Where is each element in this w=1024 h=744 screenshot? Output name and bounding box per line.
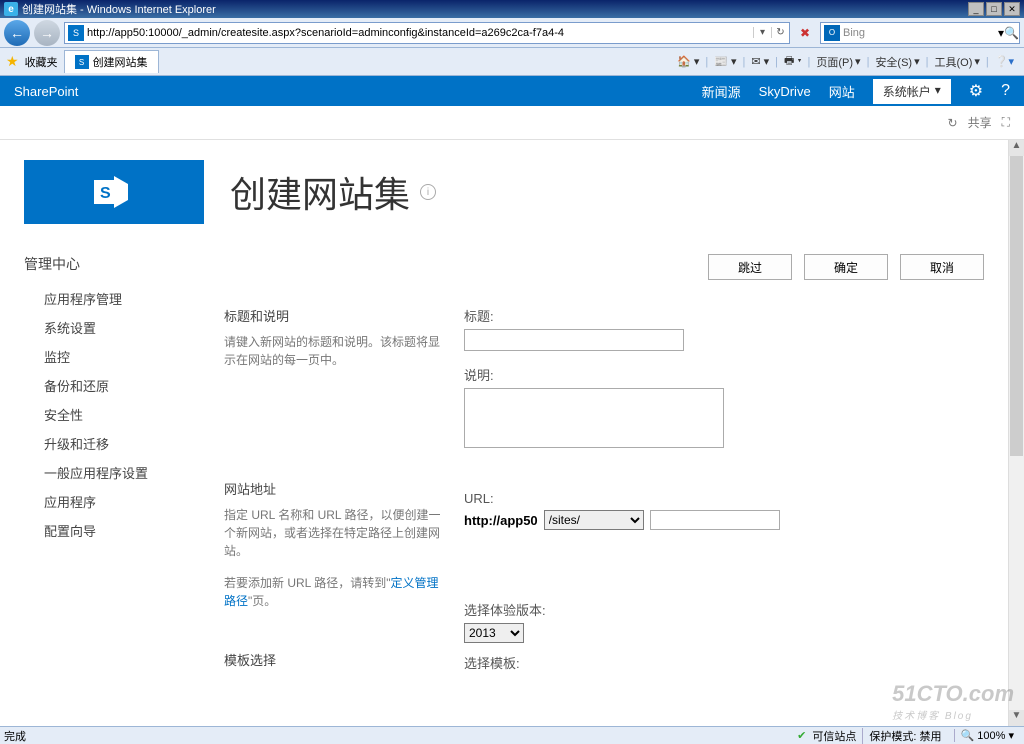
url-host: http://app50 <box>464 513 538 528</box>
nav-toolbar: ← → S ▾ ↻ ✖ O ▾ 🔍 <box>0 18 1024 48</box>
favorites-star-icon[interactable]: ★ <box>6 53 19 70</box>
scroll-down-icon[interactable]: ▼ <box>1009 710 1024 726</box>
nav-upgrade[interactable]: 升级和迁移 <box>24 429 204 458</box>
minimize-button[interactable]: _ <box>968 2 984 16</box>
url-label: URL: <box>464 491 984 506</box>
tools-menu[interactable]: 工具(O) ▾ <box>931 52 984 72</box>
nav-heading: 管理中心 <box>24 254 204 274</box>
search-bar[interactable]: O ▾ 🔍 <box>820 22 1020 44</box>
nav-app-mgmt[interactable]: 应用程序管理 <box>24 284 204 313</box>
feeds-icon[interactable]: 📰 ▾ <box>710 53 740 70</box>
go-refresh-icon[interactable]: ↻ <box>771 27 789 38</box>
close-button[interactable]: ✕ <box>1004 2 1020 16</box>
cancel-button[interactable]: 取消 <box>900 254 984 280</box>
account-menu[interactable]: 系统帐户▾ <box>873 79 951 104</box>
nav-backup[interactable]: 备份和还原 <box>24 371 204 400</box>
search-input[interactable] <box>843 27 998 39</box>
scroll-thumb[interactable] <box>1010 156 1023 456</box>
focus-icon[interactable]: ⛶ <box>1002 115 1010 130</box>
home-icon[interactable]: 🏠 ▾ <box>673 53 703 70</box>
zoom-level[interactable]: 🔍 100% ▾ <box>954 729 1020 742</box>
back-button[interactable]: ← <box>4 20 30 46</box>
ie-icon: e <box>4 2 18 16</box>
help-icon[interactable]: ❔▾ <box>991 53 1018 70</box>
version-select[interactable]: 2013 <box>464 623 524 643</box>
newsfeed-link[interactable]: 新闻源 <box>702 82 741 101</box>
left-nav: 管理中心 应用程序管理 系统设置 监控 备份和还原 安全性 升级和迁移 一般应用… <box>24 254 204 712</box>
favorites-label: 收藏夹 <box>25 54 58 70</box>
ribbon-row: ↻ 共享 ⛶ <box>0 106 1024 140</box>
vertical-scrollbar[interactable]: ▲ ▼ <box>1008 140 1024 726</box>
nav-apps[interactable]: 应用程序 <box>24 487 204 516</box>
nav-general[interactable]: 一般应用程序设置 <box>24 458 204 487</box>
print-icon[interactable]: 🖶 ▾ <box>780 50 806 73</box>
version-label: 选择体验版本: <box>464 600 984 619</box>
content-area: S 创建网站集 i 管理中心 应用程序管理 系统设置 监控 备份和还原 安全性 … <box>0 140 1008 726</box>
search-go-icon[interactable]: 🔍 <box>1004 26 1019 40</box>
command-bar: 🏠 ▾| 📰 ▾| ✉ ▾| 🖶 ▾| 页面(P) ▾| 安全(S) ▾| 工具… <box>673 50 1018 73</box>
nav-security[interactable]: 安全性 <box>24 400 204 429</box>
address-dropdown-icon[interactable]: ▾ <box>753 27 771 38</box>
ok-button[interactable]: 确定 <box>804 254 888 280</box>
tab-favicon-icon: S <box>75 55 89 69</box>
desc-label: 说明: <box>464 365 984 384</box>
suite-brand: SharePoint <box>14 84 78 99</box>
suite-bar: SharePoint 新闻源 SkyDrive 网站 系统帐户▾ ⚙ ? <box>0 76 1024 106</box>
zone-label: 可信站点 <box>812 728 856 744</box>
gear-icon[interactable]: ⚙ <box>969 81 983 101</box>
info-icon[interactable]: i <box>420 184 436 200</box>
skydrive-link[interactable]: SkyDrive <box>759 84 811 99</box>
title-label: 标题: <box>464 306 984 325</box>
window-titlebar: e 创建网站集 - Windows Internet Explorer _ □ … <box>0 0 1024 18</box>
status-bar: 完成 ✔ 可信站点 保护模式: 禁用 🔍 100% ▾ <box>0 726 1024 744</box>
help-suite-icon[interactable]: ? <box>1001 82 1010 100</box>
tab-title: 创建网站集 <box>93 54 148 70</box>
section-template: 模板选择 <box>224 650 444 669</box>
mail-icon[interactable]: ✉ ▾ <box>747 53 773 70</box>
status-text: 完成 <box>4 728 26 744</box>
scroll-up-icon[interactable]: ▲ <box>1009 140 1024 156</box>
bing-icon: O <box>824 25 840 41</box>
safety-menu[interactable]: 安全(S) ▾ <box>871 52 923 72</box>
protected-mode: 保护模式: 禁用 <box>862 728 947 744</box>
template-label: 选择模板: <box>464 653 984 672</box>
favorites-bar: ★ 收藏夹 S 创建网站集 🏠 ▾| 📰 ▾| ✉ ▾| 🖶 ▾| 页面(P) … <box>0 48 1024 76</box>
description-textarea[interactable] <box>464 388 724 448</box>
action-buttons: 跳过 确定 取消 <box>224 254 984 280</box>
browser-tab[interactable]: S 创建网站集 <box>64 50 159 73</box>
site-name-input[interactable] <box>650 510 780 530</box>
title-input[interactable] <box>464 329 684 351</box>
url-input[interactable] <box>87 27 753 39</box>
internet-zone-icon: ✔ <box>797 729 806 742</box>
page-title: 创建网站集 i <box>230 166 436 218</box>
forward-button[interactable]: → <box>34 20 60 46</box>
nav-wizard[interactable]: 配置向导 <box>24 516 204 545</box>
page-menu[interactable]: 页面(P) ▾ <box>812 52 864 72</box>
share-label[interactable]: 共享 <box>968 114 992 131</box>
sharepoint-logo: S <box>24 160 204 224</box>
maximize-button[interactable]: □ <box>986 2 1002 16</box>
section-address: 网站地址 指定 URL 名称和 URL 路径，以便创建一个新网站，或者选择在特定… <box>224 479 444 610</box>
sites-link[interactable]: 网站 <box>829 82 855 101</box>
nav-monitor[interactable]: 监控 <box>24 342 204 371</box>
window-title: 创建网站集 - Windows Internet Explorer <box>22 1 968 17</box>
svg-text:S: S <box>100 185 111 202</box>
nav-system[interactable]: 系统设置 <box>24 313 204 342</box>
share-icon[interactable]: ↻ <box>948 116 958 130</box>
section-title-desc: 标题和说明 请键入新网站的标题和说明。该标题将显示在网站的每一页中。 <box>224 306 444 369</box>
sharepoint-favicon-icon: S <box>68 25 84 41</box>
skip-button[interactable]: 跳过 <box>708 254 792 280</box>
path-select[interactable]: /sites/ <box>544 510 644 530</box>
address-bar[interactable]: S ▾ ↻ <box>64 22 790 44</box>
stop-icon[interactable]: ✖ <box>794 22 816 44</box>
